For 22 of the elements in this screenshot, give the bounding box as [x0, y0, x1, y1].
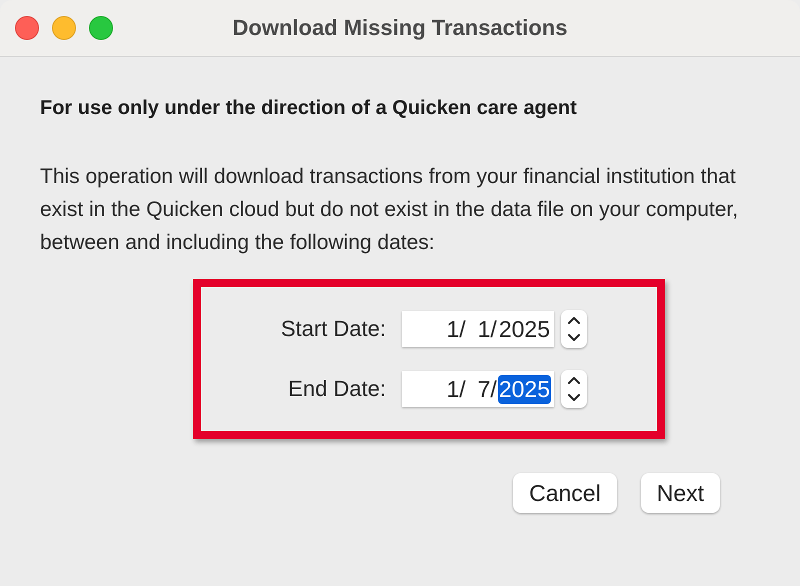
field-label: End Date:	[287, 376, 386, 402]
field-label: Start Date:	[280, 316, 386, 342]
close-button[interactable]	[15, 16, 39, 40]
heading: For use only under the direction of a Quicken care agent	[40, 97, 578, 120]
next-button[interactable]: Next	[640, 473, 720, 513]
date-segment[interactable]: 2025	[498, 374, 551, 404]
stepper[interactable]	[561, 310, 587, 348]
date-segment[interactable]: 1/	[476, 314, 498, 344]
up-down-chevron-icon	[566, 374, 582, 404]
window-title: Download Missing Transactions	[232, 15, 568, 40]
date-segment[interactable]: 1/	[445, 374, 467, 404]
stepper[interactable]	[561, 370, 587, 408]
description: This operation will download transactions from your financial institution that exist in the Quicken cloud but do not exist in the data file on your computer, between and including the following dates:	[40, 164, 740, 256]
zoom-button[interactable]	[89, 16, 113, 40]
minimize-button[interactable]	[52, 16, 76, 40]
date-segment[interactable]: 7/	[476, 374, 498, 404]
date-segment[interactable]: 1/	[445, 314, 467, 344]
date-field[interactable]: 1/ 7/2025	[402, 371, 554, 407]
date-field[interactable]: 1/ 1/2025	[402, 311, 554, 347]
cancel-button[interactable]: Cancel	[513, 473, 617, 513]
up-down-chevron-icon	[566, 314, 582, 344]
date-segment[interactable]: 2025	[498, 314, 551, 344]
